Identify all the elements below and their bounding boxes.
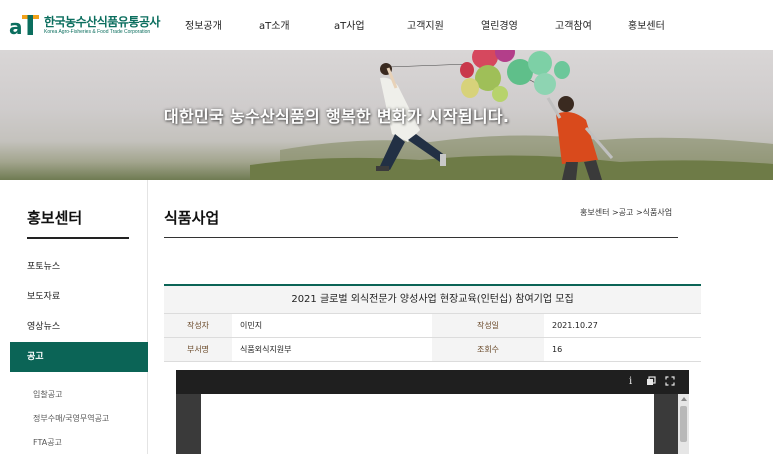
- scroll-thumb[interactable]: [680, 406, 687, 442]
- title-divider: [164, 237, 678, 238]
- viewer-toolbar: i: [176, 370, 689, 394]
- viewer-page: [201, 394, 654, 454]
- views-label: 조회수: [432, 338, 544, 361]
- nav-pr-center[interactable]: 홍보센터: [628, 17, 665, 32]
- sidebar-item-announcements[interactable]: 공고: [10, 342, 148, 372]
- views-value: 16: [552, 345, 563, 354]
- department-value: 식품외식지원부: [240, 345, 292, 354]
- logo-english-text: Korea Agro-Fisheries & Food Trade Corpor…: [44, 28, 151, 35]
- sidebar-item-video-news[interactable]: 영상뉴스: [10, 312, 148, 342]
- sidebar-item-press-release[interactable]: 보도자료: [10, 282, 148, 312]
- sidebar-item-photo-news[interactable]: 포토뉴스: [10, 252, 148, 282]
- at-logo-mark: a: [9, 13, 41, 39]
- svg-text:a: a: [9, 15, 23, 37]
- logo-korean-text: 한국농수산식품유통공사: [44, 14, 160, 29]
- document-viewer[interactable]: i: [176, 370, 689, 454]
- post-detail-table: 2021 글로벌 외식전문가 양성사업 현장교육(인턴십) 참여기업 모집 작성…: [164, 284, 701, 362]
- banner-slogan: 대한민국 농수산식품의 행복한 변화가 시작됩니다.: [164, 107, 510, 126]
- nav-info-disclosure[interactable]: 정보공개: [185, 17, 222, 32]
- breadcrumb[interactable]: 홍보센터 >공고 >식품사업: [580, 207, 672, 218]
- nav-open-management[interactable]: 열린경영: [481, 17, 518, 32]
- sidebar-subitem-fta-notice[interactable]: FTA공고: [33, 437, 62, 448]
- viewer-scrollbar[interactable]: [678, 394, 689, 454]
- info-icon[interactable]: i: [629, 376, 632, 388]
- sidebar-title: 홍보센터: [27, 209, 83, 227]
- sidebar: 홍보센터 포토뉴스 보도자료 영상뉴스 공고 입찰공고 정부수매/국영무역공고 …: [10, 180, 148, 454]
- post-title: 2021 글로벌 외식전문가 양성사업 현장교육(인턴십) 참여기업 모집: [164, 286, 701, 314]
- sidebar-subitem-bid-notice[interactable]: 입찰공고: [33, 389, 62, 400]
- nav-customer-support[interactable]: 고객지원: [407, 17, 444, 32]
- date-label: 작성일: [432, 314, 544, 337]
- scroll-up-arrow-icon[interactable]: [681, 397, 687, 401]
- department-label: 부서명: [164, 338, 232, 361]
- sidebar-title-divider: [27, 237, 129, 239]
- fullscreen-icon[interactable]: [665, 376, 675, 390]
- author-value: 이민지: [240, 321, 263, 330]
- date-value: 2021.10.27: [552, 321, 598, 330]
- hero-banner: 대한민국 농수산식품의 행복한 변화가 시작됩니다.: [0, 50, 773, 180]
- site-logo[interactable]: a 한국농수산식품유통공사 Korea Agro-Fisheries & Foo…: [9, 11, 160, 40]
- post-meta-row: 작성자 이민지 작성일 2021.10.27: [164, 314, 701, 338]
- page-title: 식품사업: [164, 209, 220, 227]
- author-label: 작성자: [164, 314, 232, 337]
- sidebar-subitem-gov-purchase[interactable]: 정부수매/국영무역공고: [33, 413, 109, 424]
- nav-customer-participation[interactable]: 고객참여: [555, 17, 592, 32]
- site-header: a 한국농수산식품유통공사 Korea Agro-Fisheries & Foo…: [0, 0, 773, 50]
- post-meta-row: 부서명 식품외식지원부 조회수 16: [164, 338, 701, 362]
- nav-about-at[interactable]: aT소개: [259, 17, 290, 32]
- nav-at-business[interactable]: aT사업: [334, 17, 365, 32]
- open-window-icon[interactable]: [646, 376, 656, 390]
